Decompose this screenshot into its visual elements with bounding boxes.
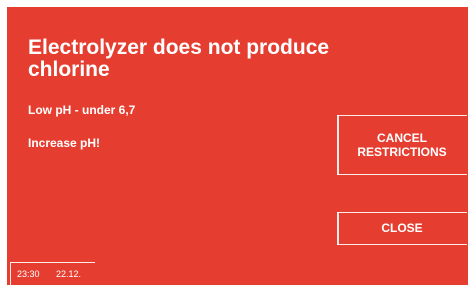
alarm-message-increase-ph: Increase pH! bbox=[28, 136, 101, 150]
alarm-screen: Electrolyzer does not produce chlorine L… bbox=[0, 0, 475, 288]
alarm-panel: Electrolyzer does not produce chlorine L… bbox=[7, 7, 468, 285]
status-time: 23:30 bbox=[17, 269, 40, 279]
close-button-top-border bbox=[337, 212, 467, 213]
cancel-restrictions-button[interactable]: CANCEL RESTRICTIONS bbox=[337, 115, 467, 175]
close-button-bottom-border bbox=[337, 244, 467, 245]
cancel-restrictions-button-top-border bbox=[337, 115, 467, 116]
status-date: 22.12. bbox=[56, 269, 82, 279]
alarm-title: Electrolyzer does not produce chlorine bbox=[28, 36, 330, 81]
alarm-message-low-ph: Low pH - under 6,7 bbox=[28, 103, 136, 117]
cancel-restrictions-button-label: CANCEL RESTRICTIONS bbox=[357, 131, 447, 159]
cancel-restrictions-button-bottom-border bbox=[337, 174, 467, 175]
close-button-label: CLOSE bbox=[381, 221, 423, 235]
close-button[interactable]: CLOSE bbox=[337, 212, 467, 245]
status-bar: 23:30 22.12. bbox=[10, 262, 95, 285]
